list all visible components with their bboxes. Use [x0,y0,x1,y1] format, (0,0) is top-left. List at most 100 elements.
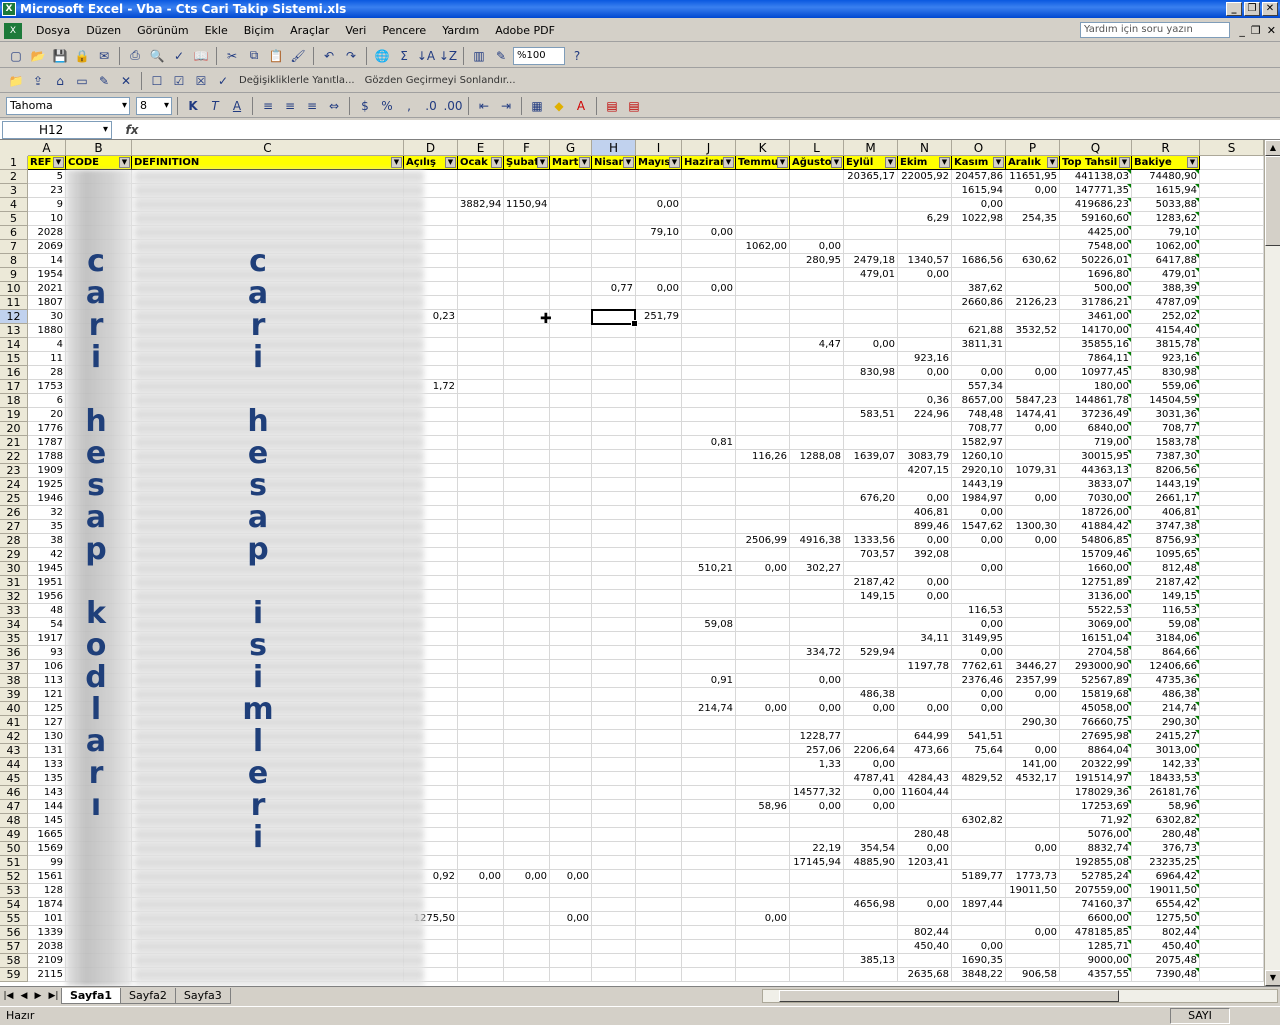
cell[interactable]: 9000,00 [1060,954,1132,968]
cell[interactable]: 3136,00 [1060,590,1132,604]
cell[interactable] [898,674,952,688]
cell[interactable] [790,688,844,702]
cell[interactable] [458,632,504,646]
cell[interactable]: 2187,42 [844,576,898,590]
header-cell[interactable]: CODE ▼ [66,156,132,170]
cell[interactable] [736,254,790,268]
cell[interactable]: 1773,73 [1006,870,1060,884]
row-header[interactable]: 36 [0,646,28,660]
cell[interactable] [550,800,592,814]
cell[interactable]: 144861,78 [1060,394,1132,408]
cell[interactable] [952,226,1006,240]
cell[interactable] [844,310,898,324]
autofilter-dropdown-icon[interactable]: ▼ [669,157,680,168]
cell[interactable]: 1443,19 [1132,478,1200,492]
cell[interactable]: 6964,42 [1132,870,1200,884]
cell[interactable]: 113 [28,674,66,688]
header-cell[interactable]: Temmuz ▼ [736,156,790,170]
cell[interactable] [504,212,550,226]
cell[interactable] [504,478,550,492]
autofilter-dropdown-icon[interactable]: ▼ [53,157,64,168]
cell[interactable]: 3184,06 [1132,632,1200,646]
cell[interactable]: 4154,40 [1132,324,1200,338]
cell[interactable] [458,940,504,954]
cell[interactable] [458,520,504,534]
cell[interactable]: 1897,44 [952,898,1006,912]
row-header[interactable]: 12 [0,310,28,324]
cell[interactable] [736,506,790,520]
cell[interactable] [592,380,636,394]
folder-icon[interactable]: 📁 [6,71,26,91]
cell[interactable] [458,184,504,198]
sheet-tab-sayfa1[interactable]: Sayfa1 [61,987,122,1004]
cell[interactable] [844,478,898,492]
cell[interactable] [550,744,592,758]
cell[interactable] [682,296,736,310]
cell[interactable] [550,576,592,590]
cell[interactable] [504,590,550,604]
cell[interactable] [636,240,682,254]
cell[interactable] [592,730,636,744]
cell[interactable]: 20 [28,408,66,422]
cell[interactable] [504,646,550,660]
cell[interactable]: 4532,17 [1006,772,1060,786]
cell[interactable] [550,786,592,800]
cell[interactable] [458,954,504,968]
cell[interactable] [504,520,550,534]
cell[interactable] [550,954,592,968]
cell[interactable] [550,296,592,310]
cell[interactable]: 0,00 [550,912,592,926]
cell[interactable] [790,436,844,450]
cell[interactable]: 1787 [28,436,66,450]
cell[interactable] [682,324,736,338]
cell[interactable] [682,800,736,814]
cell[interactable]: 74160,37 [1060,898,1132,912]
cell[interactable] [952,590,1006,604]
cell[interactable]: 293000,90 [1060,660,1132,674]
cell[interactable] [682,660,736,674]
cell[interactable] [1200,856,1264,870]
cell[interactable] [458,296,504,310]
cell[interactable]: 58,96 [1132,800,1200,814]
cell[interactable]: 0,00 [898,492,952,506]
cell[interactable]: 0,00 [1006,534,1060,548]
row-header[interactable]: 16 [0,366,28,380]
cell[interactable]: 6600,00 [1060,912,1132,926]
cell[interactable]: 2415,27 [1132,730,1200,744]
cell[interactable]: 0,00 [1006,842,1060,856]
cell[interactable]: 12406,66 [1132,660,1200,674]
cell[interactable] [504,436,550,450]
cell[interactable]: 1079,31 [1006,464,1060,478]
cell[interactable]: 1696,80 [1060,268,1132,282]
row-header[interactable]: 40 [0,702,28,716]
cell[interactable]: 630,62 [1006,254,1060,268]
cell[interactable]: 141,00 [1006,758,1060,772]
cell[interactable] [592,828,636,842]
cell[interactable] [550,408,592,422]
cell[interactable]: 0,00 [1006,744,1060,758]
cell[interactable] [636,632,682,646]
cell[interactable]: 50226,01 [1060,254,1132,268]
next-sheet-icon[interactable]: ▶ [35,991,42,1001]
cell[interactable] [682,422,736,436]
cell[interactable] [1006,940,1060,954]
header-cell[interactable]: Haziran ▼ [682,156,736,170]
column-header-o[interactable]: O [952,140,1006,156]
cell[interactable] [636,408,682,422]
cell[interactable] [504,842,550,856]
cell[interactable]: 4916,38 [790,534,844,548]
cell[interactable] [898,184,952,198]
cell[interactable] [458,772,504,786]
cell[interactable] [1200,408,1264,422]
cell[interactable]: 11604,44 [898,786,952,800]
row-header[interactable]: 24 [0,478,28,492]
cell[interactable] [790,968,844,982]
cell[interactable]: 116,53 [952,604,1006,618]
cell[interactable] [636,730,682,744]
row-header[interactable]: 23 [0,464,28,478]
cell[interactable] [1006,618,1060,632]
cell[interactable]: 302,27 [790,562,844,576]
autofilter-dropdown-icon[interactable]: ▼ [777,157,788,168]
row-header[interactable]: 8 [0,254,28,268]
cell[interactable]: 1228,77 [790,730,844,744]
